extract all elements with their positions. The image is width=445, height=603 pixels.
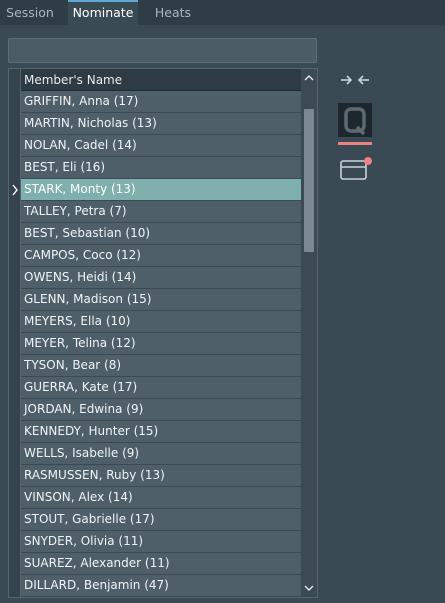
member-row[interactable]: NOLAN, Cadel (14) <box>21 135 301 157</box>
member-row[interactable]: DILLARD, Benjamin (47) <box>21 575 301 597</box>
member-row[interactable]: OWENS, Heidi (14) <box>21 267 301 289</box>
member-row[interactable]: STOUT, Gabrielle (17) <box>21 509 301 531</box>
member-row[interactable]: SUAREZ, Alexander (11) <box>21 553 301 575</box>
column-header-members-name[interactable]: Member's Name <box>21 69 301 91</box>
selected-row-chevron-icon <box>11 179 19 201</box>
member-row[interactable]: TALLEY, Petra (7) <box>21 201 301 223</box>
member-row[interactable]: JORDAN, Edwina (9) <box>21 399 301 421</box>
tab-bar: Session Nominate Heats <box>0 0 445 26</box>
member-row[interactable]: MARTIN, Nicholas (13) <box>21 113 301 135</box>
vertical-scrollbar[interactable] <box>301 69 317 597</box>
member-row[interactable]: GUERRA, Kate (17) <box>21 377 301 399</box>
member-row[interactable]: WELLS, Isabelle (9) <box>21 443 301 465</box>
tab-nominate[interactable]: Nominate <box>68 0 138 25</box>
row-indicator-column <box>9 69 21 597</box>
member-row[interactable]: MEYERS, Ella (10) <box>21 311 301 333</box>
tab-heats[interactable]: Heats <box>146 0 200 25</box>
card-notification-icon[interactable] <box>338 156 372 182</box>
member-filter-input[interactable] <box>8 38 317 63</box>
tab-session[interactable]: Session <box>0 0 60 25</box>
scrollbar-thumb[interactable] <box>304 109 314 252</box>
members-grid: Member's Name GRIFFIN, Anna (17) MARTIN, … <box>8 68 318 598</box>
scroll-down-icon[interactable] <box>301 579 317 597</box>
member-row[interactable]: VINSON, Alex (14) <box>21 487 301 509</box>
member-row[interactable]: GLENN, Madison (15) <box>21 289 301 311</box>
member-row[interactable]: TYSON, Bear (8) <box>21 355 301 377</box>
collapse-arrows-icon[interactable] <box>338 70 372 90</box>
member-row[interactable]: STARK, Monty (13) <box>21 179 301 201</box>
member-row[interactable]: KENNEDY, Hunter (15) <box>21 421 301 443</box>
member-row[interactable]: MEYER, Telina (12) <box>21 333 301 355</box>
member-row[interactable]: CAMPOS, Coco (12) <box>21 245 301 267</box>
member-row[interactable]: BEST, Eli (16) <box>21 157 301 179</box>
member-row[interactable]: BEST, Sebastian (10) <box>21 223 301 245</box>
member-row[interactable]: RASMUSSEN, Ruby (13) <box>21 465 301 487</box>
scroll-up-icon[interactable] <box>301 69 317 87</box>
member-row[interactable]: GRIFFIN, Anna (17) <box>21 91 301 113</box>
quick-q-icon[interactable] <box>338 103 372 147</box>
member-row[interactable]: SNYDER, Olivia (11) <box>21 531 301 553</box>
